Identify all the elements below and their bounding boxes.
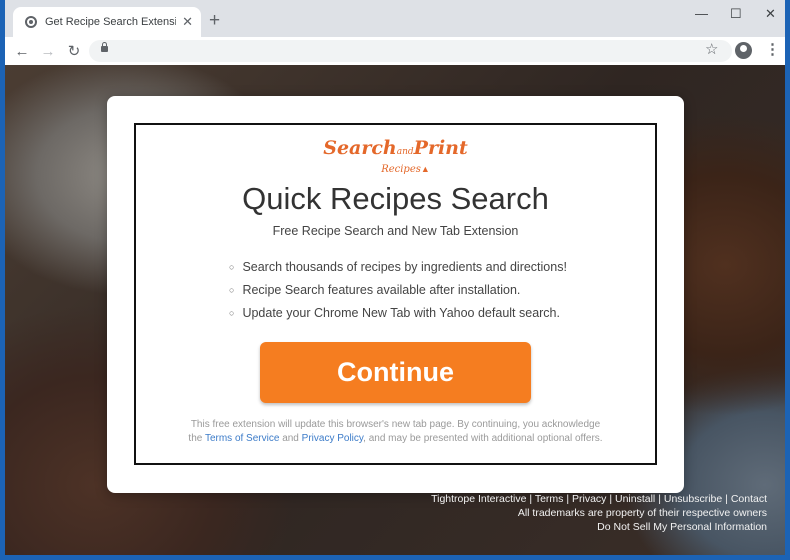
forward-button[interactable]: → bbox=[35, 43, 61, 60]
profile-avatar-icon[interactable] bbox=[735, 42, 752, 59]
page-title: Quick Recipes Search bbox=[242, 181, 549, 216]
feature-item: Recipe Search features available after i… bbox=[229, 282, 567, 305]
browser-window: Get Recipe Search Extension by T ✕ + — ☐… bbox=[0, 0, 790, 560]
reload-button[interactable]: ↻ bbox=[61, 42, 87, 60]
footer-link-tightrope[interactable]: Tightrope Interactive bbox=[431, 493, 526, 505]
privacy-policy-link[interactable]: Privacy Policy bbox=[302, 433, 364, 444]
new-tab-button[interactable]: + bbox=[209, 11, 220, 31]
close-window-button[interactable]: ✕ bbox=[765, 6, 776, 22]
browser-toolbar: ← → ↻ ☆ ⋮ bbox=[5, 37, 785, 66]
browser-tab[interactable]: Get Recipe Search Extension by T ✕ bbox=[13, 7, 201, 37]
search-and-print-logo: SearchandPrint Recipes▲ bbox=[323, 137, 468, 175]
tab-close-icon[interactable]: ✕ bbox=[182, 14, 193, 30]
globe-icon bbox=[25, 16, 37, 28]
bookmark-star-icon[interactable]: ☆ bbox=[705, 40, 718, 58]
footer-link-uninstall[interactable]: Uninstall bbox=[615, 493, 655, 505]
feature-item: Update your Chrome New Tab with Yahoo de… bbox=[229, 305, 567, 328]
page-footer: Tightrope Interactive | Terms | Privacy … bbox=[431, 492, 767, 534]
feature-item: Search thousands of recipes by ingredien… bbox=[229, 259, 567, 282]
page-subtitle: Free Recipe Search and New Tab Extension bbox=[272, 224, 519, 238]
lock-icon bbox=[101, 42, 108, 52]
footer-links: Tightrope Interactive | Terms | Privacy … bbox=[431, 493, 767, 505]
trademark-notice: All trademarks are property of their res… bbox=[517, 507, 767, 519]
do-not-sell-link[interactable]: Do Not Sell My Personal Information bbox=[431, 520, 767, 534]
continue-button[interactable]: Continue bbox=[260, 342, 531, 403]
page-viewport: pc SearchandPrint Recipes▲ Quick Recipes… bbox=[5, 65, 785, 555]
footer-link-privacy[interactable]: Privacy bbox=[572, 493, 606, 505]
disclaimer: This free extension will update this bro… bbox=[188, 419, 603, 444]
address-bar[interactable] bbox=[89, 40, 732, 62]
cloche-icon: ▲ bbox=[420, 164, 430, 174]
terms-of-service-link[interactable]: Terms of Service bbox=[205, 433, 279, 444]
offer-card: SearchandPrint Recipes▲ Quick Recipes Se… bbox=[107, 96, 684, 493]
back-button[interactable]: ← bbox=[9, 43, 35, 60]
offer-frame: SearchandPrint Recipes▲ Quick Recipes Se… bbox=[134, 123, 657, 465]
tab-bar: Get Recipe Search Extension by T ✕ + — ☐… bbox=[5, 0, 785, 37]
tab-title: Get Recipe Search Extension by T bbox=[45, 16, 176, 28]
footer-link-contact[interactable]: Contact bbox=[731, 493, 767, 505]
browser-menu-button[interactable]: ⋮ bbox=[765, 40, 780, 58]
footer-link-unsubscribe[interactable]: Unsubscribe bbox=[664, 493, 722, 505]
minimize-button[interactable]: — bbox=[695, 6, 708, 21]
footer-link-terms[interactable]: Terms bbox=[535, 493, 564, 505]
feature-list: Search thousands of recipes by ingredien… bbox=[229, 259, 567, 328]
maximize-button[interactable]: ☐ bbox=[730, 6, 742, 22]
